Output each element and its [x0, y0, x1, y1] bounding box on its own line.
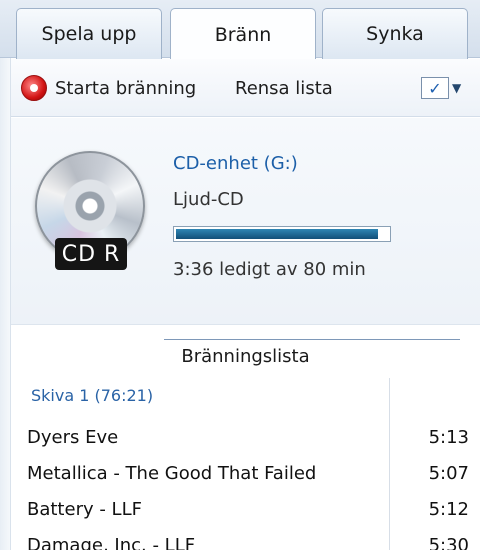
cd-r-badge: CD R — [55, 238, 127, 270]
clear-list-label: Rensa lista — [235, 77, 333, 99]
track-duration: 5:30 — [428, 534, 469, 550]
disc-header-line — [164, 339, 460, 340]
track-duration: 5:07 — [428, 462, 469, 484]
free-space-text: 3:36 ledigt av 80 min — [173, 259, 366, 280]
list-item[interactable]: Metallica - The Good That Failed 5:07 — [27, 457, 469, 489]
track-title: Damage, Inc. - LLF — [27, 534, 196, 550]
clear-list-button[interactable]: Rensa lista — [235, 73, 333, 103]
disc-usage-fill — [176, 229, 379, 239]
tab-sync[interactable]: Synka — [322, 8, 468, 59]
list-item[interactable]: Battery - LLF 5:12 — [27, 493, 469, 525]
list-item[interactable]: Dyers Eve 5:13 — [27, 421, 469, 453]
track-duration: 5:13 — [428, 426, 469, 448]
disc-usage-bar — [173, 226, 391, 242]
track-title: Dyers Eve — [27, 426, 119, 448]
disc-header-label: Skiva 1 (76:21) — [31, 386, 154, 405]
chevron-down-icon: ▼ — [452, 81, 462, 95]
start-burn-label: Starta bränning — [55, 77, 197, 99]
drive-panel: CD R CD-enhet (G:) Ljud-CD 3:36 ledigt a… — [11, 118, 480, 325]
drive-name-link[interactable]: CD-enhet (G:) — [173, 153, 298, 174]
left-edge — [0, 58, 11, 550]
track-title: Battery - LLF — [27, 498, 142, 520]
list-item[interactable]: Damage, Inc. - LLF 5:30 — [27, 529, 469, 550]
checklist-icon: ✓ — [421, 77, 449, 99]
track-duration: 5:12 — [428, 498, 469, 520]
tab-bar: Spela upp Bränn Synka — [0, 0, 480, 60]
track-title: Metallica - The Good That Failed — [27, 462, 317, 484]
burn-list-panel: Bränningslista Skiva 1 (76:21) Dyers Eve… — [11, 326, 480, 550]
burn-disc-icon — [21, 75, 47, 101]
tab-burn[interactable]: Bränn — [170, 8, 316, 60]
burn-toolbar: Starta bränning Rensa lista ✓ ▼ — [11, 59, 480, 117]
disc-header[interactable]: Skiva 1 (76:21) — [31, 386, 153, 405]
burn-options-button[interactable]: ✓ ▼ — [421, 75, 469, 101]
burn-list-title: Bränningslista — [181, 346, 310, 367]
media-type: Ljud-CD — [173, 189, 244, 210]
start-burn-button[interactable]: Starta bränning — [21, 73, 196, 103]
tab-play[interactable]: Spela upp — [16, 8, 162, 59]
